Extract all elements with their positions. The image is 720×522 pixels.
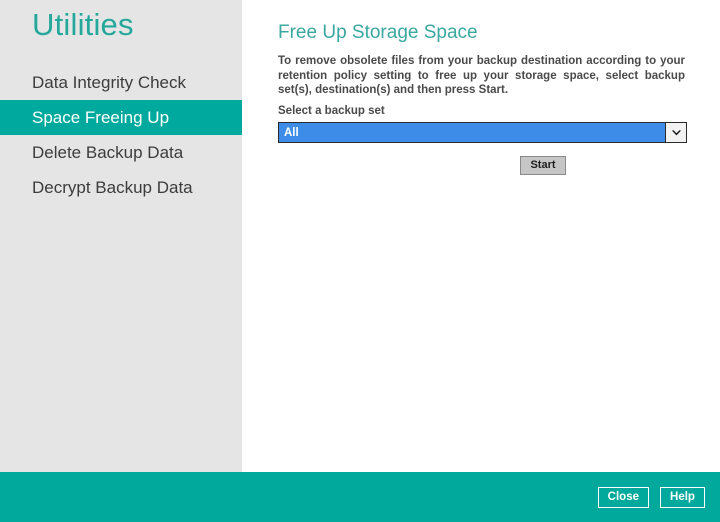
sidebar-item-decrypt-backup-data[interactable]: Decrypt Backup Data xyxy=(0,170,242,205)
sidebar-item-space-freeing-up[interactable]: Space Freeing Up xyxy=(0,100,242,135)
sidebar-item-delete-backup-data[interactable]: Delete Backup Data xyxy=(0,135,242,170)
footer-bar: Close Help xyxy=(0,472,720,522)
main-panel: Free Up Storage Space To remove obsolete… xyxy=(242,0,720,472)
sidebar-title: Utilities xyxy=(32,7,134,42)
sidebar-item-data-integrity-check[interactable]: Data Integrity Check xyxy=(0,65,242,100)
backup-set-select[interactable]: All xyxy=(278,122,687,143)
sidebar-item-label: Delete Backup Data xyxy=(32,143,184,162)
start-button[interactable]: Start xyxy=(520,156,566,175)
backup-set-selected-value: All xyxy=(284,126,299,139)
backup-set-label: Select a backup set xyxy=(278,105,385,117)
panel-description: To remove obsolete files from your backu… xyxy=(278,55,685,96)
chevron-down-icon[interactable] xyxy=(665,123,686,142)
sidebar-item-label: Decrypt Backup Data xyxy=(32,178,193,197)
page-title: Free Up Storage Space xyxy=(278,22,478,43)
help-button[interactable]: Help xyxy=(660,487,705,508)
sidebar: Utilities Data Integrity Check Space Fre… xyxy=(0,0,242,472)
footer-button-group: Close Help xyxy=(597,487,705,508)
utilities-dialog: Utilities Data Integrity Check Space Fre… xyxy=(0,0,720,522)
close-button[interactable]: Close xyxy=(597,487,649,508)
sidebar-item-label: Data Integrity Check xyxy=(32,73,187,92)
sidebar-nav: Data Integrity Check Space Freeing Up De… xyxy=(0,65,242,205)
sidebar-item-label: Space Freeing Up xyxy=(32,108,170,127)
